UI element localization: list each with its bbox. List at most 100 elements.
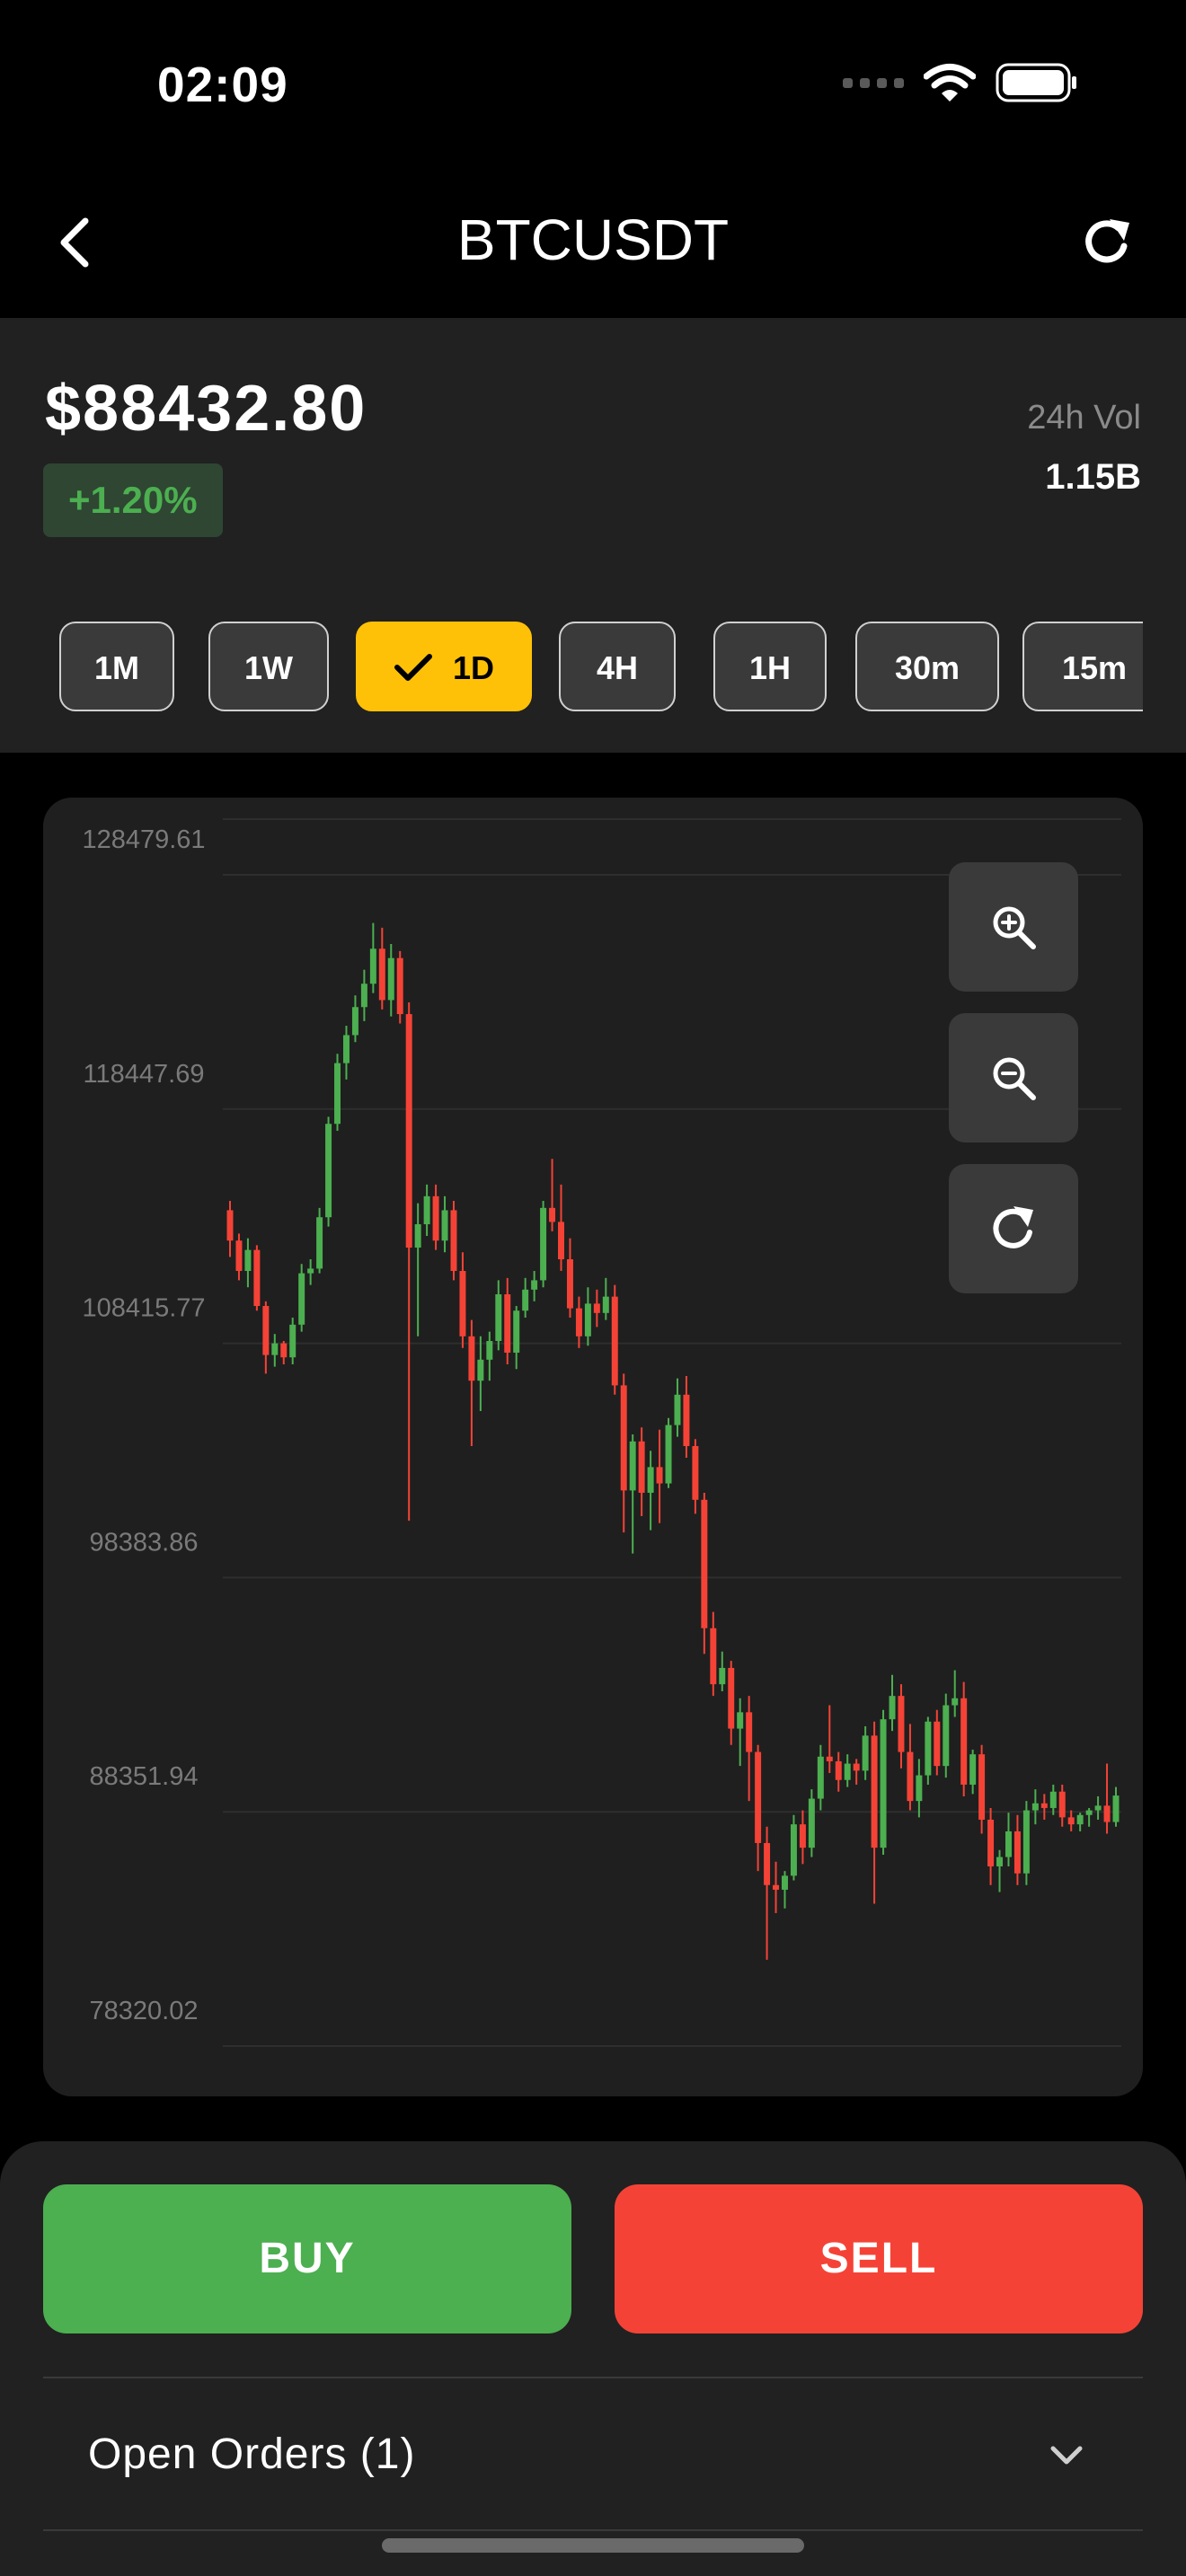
candle-body: [862, 1735, 869, 1771]
candle-body: [387, 957, 394, 1001]
candle-body: [226, 1210, 234, 1241]
timeframe-1w[interactable]: 1W: [208, 622, 329, 711]
candle-body: [1049, 1791, 1057, 1808]
candle: [549, 1159, 556, 1231]
candle-body: [235, 1240, 243, 1272]
candle-body: [835, 1760, 842, 1780]
candle-body: [468, 1336, 475, 1381]
timeframe-1h[interactable]: 1H: [713, 622, 827, 711]
candle-body: [1013, 1831, 1021, 1874]
candle: [566, 1238, 573, 1319]
candle-body: [1058, 1791, 1066, 1818]
candle: [253, 1245, 261, 1311]
candle: [325, 1116, 332, 1227]
candle-body: [566, 1259, 573, 1309]
candle-body: [378, 948, 385, 1001]
candle-body: [1005, 1831, 1012, 1857]
candle-body: [602, 1296, 609, 1313]
candle: [1040, 1794, 1048, 1820]
candle-body: [826, 1756, 833, 1761]
candle-body: [889, 1696, 896, 1720]
candle-body: [656, 1467, 663, 1484]
volume-value: 1.15B: [1045, 457, 1141, 497]
timeframe-30m[interactable]: 30m: [855, 622, 999, 711]
candle-body: [459, 1271, 466, 1337]
candle-body: [584, 1303, 591, 1337]
reset-zoom-button[interactable]: [949, 1164, 1078, 1293]
timeframe-1m[interactable]: 1M: [59, 622, 174, 711]
candle: [799, 1810, 806, 1865]
candle-body: [728, 1667, 735, 1729]
candle: [674, 1378, 681, 1437]
candle-body: [575, 1308, 582, 1337]
candle: [531, 1271, 538, 1301]
timeframe-4h[interactable]: 4H: [559, 622, 676, 711]
candle: [360, 969, 367, 1021]
candle-body: [513, 1310, 520, 1354]
candle-body: [271, 1343, 279, 1355]
candle: [862, 1725, 869, 1780]
open-orders-toggle[interactable]: Open Orders (1): [43, 2378, 1143, 2531]
candle: [468, 1319, 475, 1446]
candle: [925, 1716, 932, 1785]
candle-body: [549, 1207, 556, 1222]
zoom-in-button[interactable]: [949, 862, 1078, 992]
timeframe-label: 1M: [93, 649, 139, 686]
candle-body: [683, 1394, 690, 1446]
candle-body: [844, 1763, 851, 1780]
candle: [835, 1751, 842, 1792]
candle-body: [951, 1698, 959, 1706]
candle-body: [351, 1007, 358, 1036]
candle-body: [334, 1063, 341, 1125]
candle-body: [414, 1224, 421, 1248]
y-tick-label: 118447.69: [84, 1060, 205, 1089]
candle-body: [898, 1696, 905, 1752]
cellular-signal-icon: [843, 77, 904, 88]
candle-body: [396, 957, 403, 1015]
candlestick-chart: 128479.61 118447.69 108415.77 98383.86 88351…: [82, 818, 1121, 2047]
price-chart[interactable]: 128479.61 118447.69 108415.77 98383.86 88351…: [43, 798, 1143, 2096]
reset-icon: [993, 1206, 1033, 1248]
timeframe-1d[interactable]: 1D: [356, 622, 532, 711]
candle: [244, 1238, 252, 1288]
candle-body: [1040, 1803, 1048, 1808]
candle-body: [665, 1425, 672, 1484]
candle-body: [943, 1705, 950, 1767]
page-title: BTCUSDT: [456, 207, 730, 272]
candle: [951, 1670, 959, 1717]
y-tick-label: 88351.94: [90, 1762, 199, 1791]
candle: [1022, 1801, 1030, 1885]
candle: [1076, 1813, 1084, 1831]
timeframe-15m[interactable]: 15m: [1022, 622, 1143, 711]
candle-body: [996, 1857, 1004, 1866]
candle: [477, 1336, 484, 1411]
trade-panel: BUY SELL Open Orders (1): [0, 2141, 1186, 2576]
candle: [387, 944, 394, 1017]
candle-body: [916, 1775, 923, 1802]
refresh-icon[interactable]: [1083, 216, 1137, 269]
candle: [226, 1201, 234, 1257]
candle-body: [647, 1467, 654, 1493]
candle: [316, 1207, 323, 1274]
wifi-icon: [924, 64, 976, 101]
candle: [334, 1054, 341, 1132]
candle-body: [540, 1207, 547, 1281]
candle-body: [969, 1754, 977, 1785]
sell-button[interactable]: SELL: [615, 2184, 1143, 2333]
candle: [378, 927, 385, 1010]
candle-body: [782, 1875, 788, 1890]
candle: [978, 1744, 986, 1834]
candle-body: [934, 1721, 941, 1767]
candle: [737, 1698, 744, 1767]
candle-body: [1103, 1805, 1111, 1822]
zoom-out-button[interactable]: [949, 1013, 1078, 1142]
candle-body: [1085, 1810, 1093, 1815]
candle-body: [674, 1394, 681, 1425]
candle-body: [907, 1751, 914, 1802]
candle-body: [307, 1268, 314, 1274]
candle: [1049, 1784, 1057, 1815]
candle: [692, 1439, 699, 1514]
candle: [898, 1684, 905, 1769]
buy-button[interactable]: BUY: [43, 2184, 571, 2333]
timeframe-label: 1H: [748, 649, 792, 686]
